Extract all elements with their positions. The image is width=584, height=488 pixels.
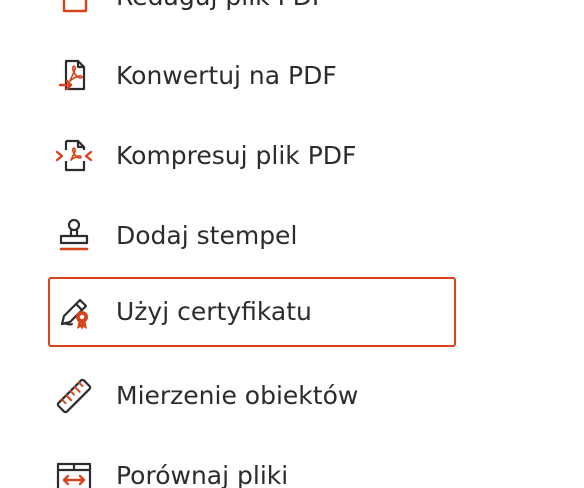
menu-item-label: Porównaj pliki bbox=[116, 461, 289, 488]
menu-item-label: Kompresuj plik PDF bbox=[116, 141, 357, 170]
certificate-icon bbox=[54, 292, 94, 332]
menu-item-compare-files[interactable]: Porównaj pliki bbox=[48, 441, 456, 488]
compress-pdf-icon bbox=[54, 136, 94, 176]
menu-item-compress-pdf[interactable]: Kompresuj plik PDF bbox=[48, 121, 456, 191]
compare-files-icon bbox=[54, 456, 94, 488]
menu-item-label: Redaguj plik PDF bbox=[116, 0, 326, 12]
menu-item-edit-pdf[interactable]: Redaguj plik PDF bbox=[48, 0, 456, 32]
edit-pdf-icon bbox=[54, 0, 94, 17]
ruler-icon bbox=[54, 376, 94, 416]
menu-item-label: Mierzenie obiektów bbox=[116, 381, 359, 410]
menu-item-label: Konwertuj na PDF bbox=[116, 61, 337, 90]
menu-item-convert-to-pdf[interactable]: Konwertuj na PDF bbox=[48, 41, 456, 111]
convert-to-pdf-icon bbox=[54, 56, 94, 96]
menu-item-add-stamp[interactable]: Dodaj stempel bbox=[48, 201, 456, 271]
menu-item-measure-objects[interactable]: Mierzenie obiektów bbox=[48, 361, 456, 431]
menu-item-use-certificate[interactable]: Użyj certyfikatu bbox=[48, 277, 456, 347]
menu-item-label: Dodaj stempel bbox=[116, 221, 298, 250]
menu-item-label: Użyj certyfikatu bbox=[116, 297, 312, 326]
tools-menu: Redaguj plik PDF Konwertuj na PDF bbox=[0, 0, 584, 488]
stamp-icon bbox=[54, 216, 94, 256]
